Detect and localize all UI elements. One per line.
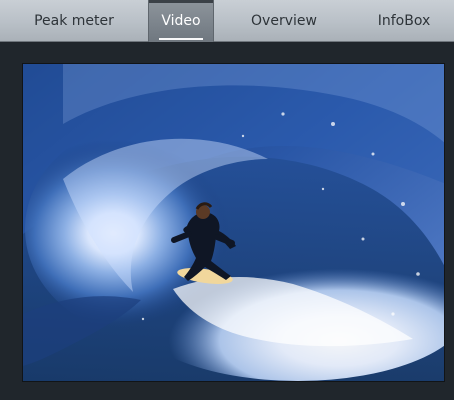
video-frame-image (23, 64, 444, 381)
video-panel (0, 43, 454, 400)
tab-peak-meter[interactable]: Peak meter (0, 0, 148, 42)
tab-video[interactable]: Video (148, 0, 214, 42)
tab-infobox[interactable]: InfoBox (354, 0, 454, 42)
tab-peak-meter-label: Peak meter (34, 12, 114, 29)
tab-bar: Peak meter Video Overview InfoBox (0, 0, 454, 42)
tab-infobox-label: InfoBox (377, 12, 431, 29)
tab-overview[interactable]: Overview (214, 0, 354, 42)
panel: Peak meter Video Overview InfoBox (0, 0, 454, 400)
tab-overview-label: Overview (251, 12, 317, 29)
video-preview[interactable] (22, 63, 445, 382)
tab-video-label: Video (161, 12, 201, 29)
